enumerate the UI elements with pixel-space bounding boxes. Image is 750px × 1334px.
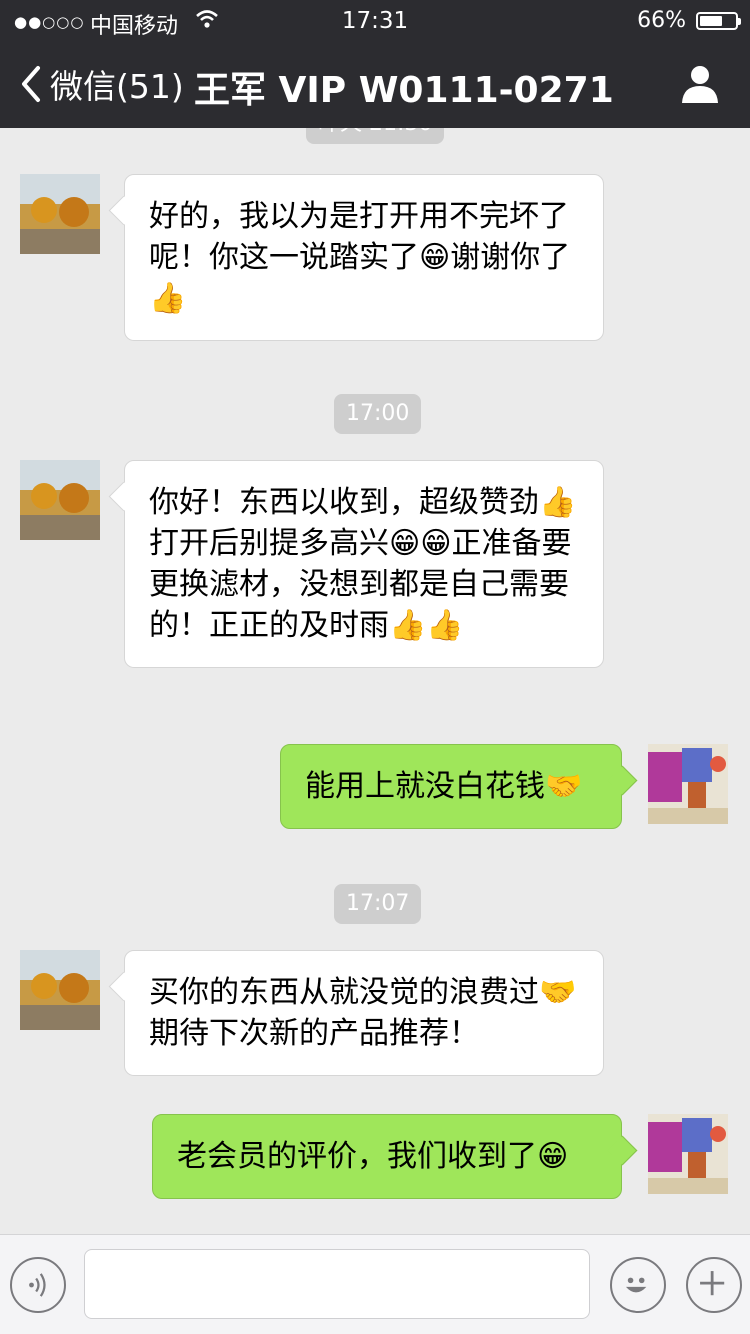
- top-bar: ●●○○○ 中国移动 17:31 66% 微信(51) 王军 VIP W0111…: [0, 0, 750, 128]
- input-toolbar: [0, 1234, 750, 1334]
- contact-avatar[interactable]: [20, 174, 100, 254]
- my-avatar[interactable]: [648, 744, 728, 824]
- message-text: 你好！东西以收到，超级赞劲👍打开后别提多高兴😁😁正准备要更换滤材，没想到都是自己…: [149, 485, 577, 643]
- contact-avatar[interactable]: [20, 950, 100, 1030]
- emoji-button[interactable]: [610, 1257, 666, 1313]
- smiley-icon: [625, 1277, 647, 1293]
- voice-icon: [29, 1273, 46, 1297]
- landscape-photo: [20, 174, 100, 254]
- more-button[interactable]: [686, 1257, 742, 1313]
- battery-icon: [696, 12, 741, 30]
- back-label: 微信(51): [50, 67, 184, 106]
- drawing-picture: [648, 744, 728, 824]
- message-text: 好的，我以为是打开用不完坏了呢！你这一说踏实了😁谢谢你了👍: [149, 199, 571, 316]
- chat-title: 王军 VIP W0111-0271: [194, 70, 614, 111]
- person-icon[interactable]: [680, 64, 720, 104]
- message-input[interactable]: [84, 1249, 590, 1319]
- message-text: 买你的东西从就没觉的浪费过🤝期待下次新的产品推荐！: [149, 975, 577, 1051]
- message-bubble-incoming[interactable]: 买你的东西从就没觉的浪费过🤝期待下次新的产品推荐！: [124, 950, 604, 1076]
- message-bubble-outgoing[interactable]: 老会员的评价，我们收到了😁: [152, 1114, 622, 1199]
- my-avatar[interactable]: [648, 1114, 728, 1194]
- chat-area[interactable]: 昨天 21:30 好的，我以为是打开用不完坏了呢！你这一说踏实了😁谢谢你了👍 1…: [0, 128, 750, 1234]
- plus-icon: [700, 1271, 725, 1296]
- message-bubble-outgoing[interactable]: 能用上就没白花钱🤝: [280, 744, 622, 829]
- drawing-picture: [648, 1114, 728, 1194]
- timestamp: 昨天 21:30: [306, 128, 445, 144]
- voice-button[interactable]: [10, 1257, 66, 1313]
- timestamp: 17:07: [334, 884, 422, 924]
- message-bubble-incoming[interactable]: 你好！东西以收到，超级赞劲👍打开后别提多高兴😁😁正准备要更换滤材，没想到都是自己…: [124, 460, 604, 668]
- timestamp: 17:00: [334, 394, 422, 434]
- message-bubble-incoming[interactable]: 好的，我以为是打开用不完坏了呢！你这一说踏实了😁谢谢你了👍: [124, 174, 604, 341]
- contact-avatar[interactable]: [20, 460, 100, 540]
- back-button[interactable]: 微信(51): [20, 60, 184, 108]
- landscape-photo: [20, 460, 100, 540]
- battery-fill: [700, 16, 722, 26]
- status-bar: ●●○○○ 中国移动 17:31 66%: [0, 0, 750, 40]
- message-text: 能用上就没白花钱🤝: [305, 769, 583, 804]
- chevron-left-icon: [22, 66, 40, 102]
- message-text: 老会员的评价，我们收到了😁: [177, 1139, 569, 1174]
- battery-percent: 66%: [637, 8, 686, 33]
- landscape-photo: [20, 950, 100, 1030]
- nav-bar: 微信(51) 王军 VIP W0111-0271: [0, 40, 750, 128]
